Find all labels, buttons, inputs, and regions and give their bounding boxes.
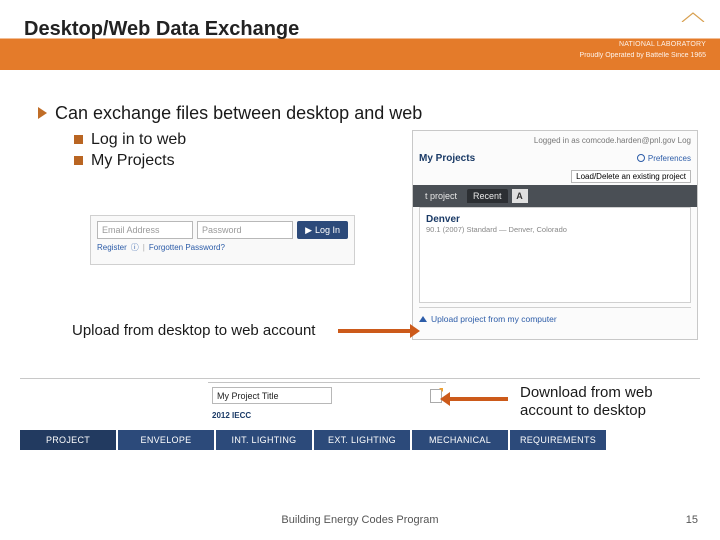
login-mock: Email Address Password ▶ Log In Register… [90, 215, 355, 265]
brand-logo-icon [680, 8, 706, 27]
preferences-link[interactable]: Preferences [637, 154, 691, 163]
register-link[interactable]: Register [97, 243, 127, 252]
footer-text: Building Energy Codes Program [0, 514, 720, 526]
tab-int-lighting[interactable]: INT. LIGHTING [216, 430, 312, 450]
info-icon: ⓘ [131, 242, 139, 253]
separator [419, 307, 691, 308]
download-caption: Download from web account to desktop [520, 384, 700, 420]
projects-panel: Logged in as comcode.harden@pnl.gov Log … [412, 130, 698, 340]
brand-tagline: Proudly Operated by Battelle Since 1965 [580, 52, 706, 59]
gear-icon [637, 154, 645, 162]
square-marker-icon [74, 135, 83, 144]
arrow-marker-icon [38, 107, 47, 119]
arrow-left-icon [450, 397, 508, 401]
tab-ext-lighting[interactable]: EXT. LIGHTING [314, 430, 410, 450]
bullet-main: Can exchange files between desktop and w… [38, 102, 700, 125]
slide-header: Desktop/Web Data Exchange Pacific Northw… [0, 0, 720, 70]
square-marker-icon [74, 156, 83, 165]
page-number: 15 [686, 514, 698, 526]
tab-project[interactable]: PROJECT [20, 430, 116, 450]
bullet-main-text: Can exchange files between desktop and w… [55, 102, 422, 125]
upload-icon [419, 316, 427, 322]
tab-project[interactable]: t project [419, 189, 463, 203]
preferences-text: Preferences [648, 154, 691, 163]
email-field[interactable]: Email Address [97, 221, 193, 239]
projects-body: Denver 90.1 (2007) Standard — Denver, Co… [419, 207, 691, 303]
tab-requirements[interactable]: REQUIREMENTS [510, 430, 606, 450]
tab-a[interactable]: A [512, 189, 528, 203]
project-title-input[interactable]: My Project Title [212, 387, 332, 404]
my-projects-label: My Projects [419, 153, 475, 164]
divider: | [143, 243, 145, 252]
brand-subtitle: NATIONAL LABORATORY [580, 41, 706, 48]
slide-title: Desktop/Web Data Exchange [24, 18, 299, 41]
logged-in-text: Logged in as comcode.harden@pnl.gov Log [413, 131, 697, 149]
upload-caption: Upload from desktop to web account [72, 322, 315, 339]
arrow-right-icon [338, 329, 410, 333]
standard-label: 2012 IECC [212, 411, 446, 420]
project-detail: 90.1 (2007) Standard — Denver, Colorado [426, 225, 684, 234]
brand-name: Pacific Northwest [580, 29, 706, 41]
tab-mechanical[interactable]: MECHANICAL [412, 430, 508, 450]
password-field[interactable]: Password [197, 221, 293, 239]
desktop-app-mock: My Project Title 2012 IECC [208, 382, 446, 420]
project-city[interactable]: Denver [426, 214, 684, 225]
sub-bullet-2-text: My Projects [91, 152, 175, 170]
login-button-label: Log In [315, 225, 340, 235]
projects-tab-bar: t project Recent A [413, 185, 697, 207]
sub-bullet-1-text: Log in to web [91, 131, 186, 149]
arrow-right-icon: ▶ [305, 225, 312, 236]
login-button[interactable]: ▶ Log In [297, 221, 348, 239]
tab-recent[interactable]: Recent [467, 189, 508, 203]
tab-envelope[interactable]: ENVELOPE [118, 430, 214, 450]
brand-block: Pacific Northwest NATIONAL LABORATORY Pr… [580, 8, 706, 59]
upload-project-link[interactable]: Upload project from my computer [419, 314, 557, 324]
upload-project-text: Upload project from my computer [431, 314, 557, 324]
horizontal-rule [20, 378, 700, 379]
desktop-tab-strip: PROJECT ENVELOPE INT. LIGHTING EXT. LIGH… [20, 430, 606, 450]
load-delete-button[interactable]: Load/Delete an existing project [571, 170, 691, 183]
forgot-password-link[interactable]: Forgotten Password? [149, 243, 225, 252]
